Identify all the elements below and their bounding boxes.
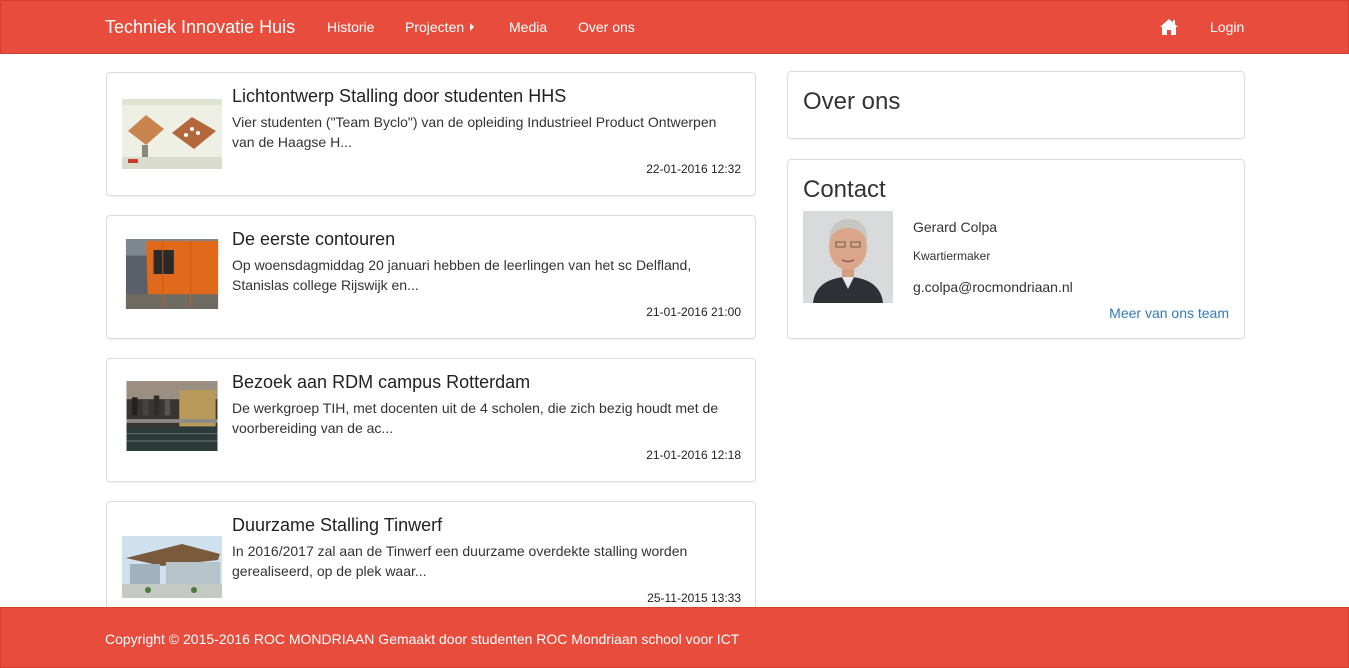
contact-email[interactable]: g.colpa@rocmondriaan.nl: [913, 279, 1073, 295]
nav-over-ons[interactable]: Over ons: [578, 19, 635, 35]
post-thumbnail-image[interactable]: [122, 532, 222, 602]
login-link[interactable]: Login: [1210, 19, 1244, 35]
post-date: 25-11-2015 13:33: [647, 591, 741, 605]
post-thumbnail-image[interactable]: [122, 99, 222, 169]
contact-name: Gerard Colpa: [913, 219, 998, 235]
post-title[interactable]: Bezoek aan RDM campus Rotterdam: [232, 372, 530, 393]
post-title[interactable]: Duurzame Stalling Tinwerf: [232, 515, 442, 536]
post-thumbnail-image[interactable]: [122, 381, 222, 451]
nav-projecten[interactable]: Projecten: [405, 19, 475, 35]
post-excerpt: In 2016/2017 zal aan de Tinwerf een duur…: [232, 543, 688, 579]
contact-title: Contact: [803, 176, 886, 203]
contact-avatar: [803, 211, 893, 303]
caret-right-icon: [470, 23, 475, 31]
home-icon[interactable]: [1159, 18, 1179, 36]
about-panel: Over ons: [787, 71, 1245, 139]
post-thumbnail-image[interactable]: [122, 239, 222, 309]
about-title: Over ons: [803, 88, 901, 115]
team-link[interactable]: Meer van ons team: [1109, 305, 1229, 321]
footer-copyright: Copyright © 2015-2016 ROC MONDRIAAN Gema…: [105, 631, 740, 647]
post-date: 21-01-2016 21:00: [646, 305, 741, 319]
news-card[interactable]: Lichtontwerp Stalling door studenten HHS…: [106, 72, 756, 196]
nav-historie[interactable]: Historie: [327, 19, 374, 35]
contact-role: Kwartiermaker: [913, 249, 991, 263]
post-excerpt: Op woensdagmiddag 20 januari hebben de l…: [232, 257, 692, 293]
post-date: 22-01-2016 12:32: [646, 162, 741, 176]
post-title[interactable]: Lichtontwerp Stalling door studenten HHS: [232, 86, 566, 107]
post-date: 21-01-2016 12:18: [646, 448, 741, 462]
post-excerpt: De werkgroep TIH, met docenten uit de 4 …: [232, 400, 719, 436]
contact-panel: Contact Gerard Colpa Kwartiermaker g.col…: [787, 159, 1245, 339]
nav-projecten-label: Projecten: [405, 19, 465, 35]
post-excerpt: Vier studenten ("Team Byclo") van de opl…: [232, 114, 717, 150]
post-title[interactable]: De eerste contouren: [232, 229, 395, 250]
brand-link[interactable]: Techniek Innovatie Huis: [105, 17, 295, 38]
news-card[interactable]: De eerste contouren Op woensdagmiddag 20…: [106, 215, 756, 339]
nav-media[interactable]: Media: [509, 19, 547, 35]
top-navbar: Techniek Innovatie Huis Historie Project…: [0, 0, 1349, 54]
footer: Copyright © 2015-2016 ROC MONDRIAAN Gema…: [0, 607, 1349, 668]
news-card[interactable]: Bezoek aan RDM campus Rotterdam De werkg…: [106, 358, 756, 482]
